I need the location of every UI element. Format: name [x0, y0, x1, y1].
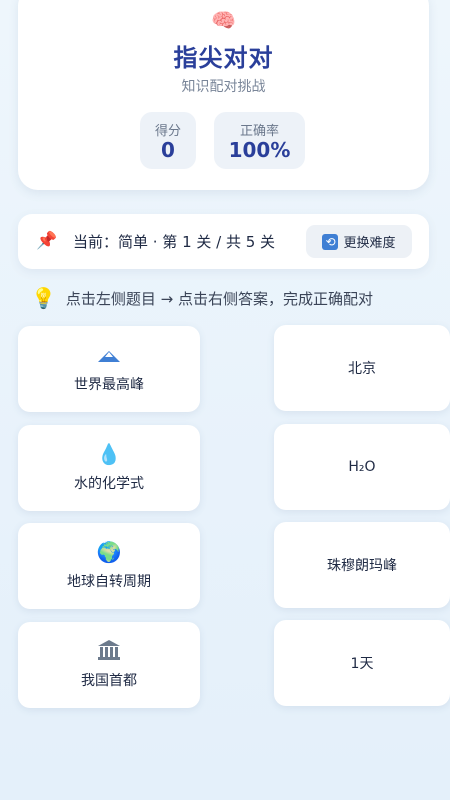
- question-tile-capital[interactable]: 我国首都: [18, 622, 200, 708]
- globe-icon: 🌍: [96, 540, 122, 564]
- answer-label: H₂O: [348, 459, 376, 475]
- question-tile-highest-peak[interactable]: 世界最高峰: [18, 326, 200, 412]
- answer-label: 北京: [348, 361, 376, 377]
- question-label: 世界最高峰: [74, 377, 144, 393]
- answer-tile-h2o[interactable]: H₂O: [274, 424, 450, 510]
- question-tile-rotation-period[interactable]: 🌍 地球自转周期: [18, 523, 200, 609]
- change-difficulty-button[interactable]: ⟲ 更换难度: [306, 225, 412, 258]
- accuracy-value: 100%: [228, 138, 291, 162]
- score-value: 0: [161, 138, 175, 162]
- level-bar: 📌 当前：简单 · 第 1 关 / 共 5 关 ⟲ 更换难度: [18, 214, 429, 269]
- hint-text: 点击左侧题目 → 点击右侧答案，完成正确配对: [65, 289, 374, 308]
- accuracy-stat: 正确率 100%: [214, 112, 305, 169]
- level-status: 当前：简单 · 第 1 关 / 共 5 关: [73, 233, 276, 251]
- change-difficulty-label: 更换难度: [343, 236, 396, 251]
- pin-icon: 📌: [36, 231, 58, 251]
- answer-label: 1天: [350, 656, 374, 672]
- answer-tile-one-day[interactable]: 1天: [274, 620, 450, 706]
- question-label: 地球自转周期: [67, 574, 151, 590]
- question-tile-water-formula[interactable]: 💧 水的化学式: [18, 425, 200, 511]
- lightbulb-icon: 💡: [31, 286, 56, 310]
- header-card: 🧠 指尖对对 知识配对挑战 得分 0 正确率 100%: [18, 0, 429, 190]
- brain-icon: 🧠: [211, 8, 236, 32]
- water-drop-icon: 💧: [96, 442, 122, 466]
- instruction-hint: 💡 点击左侧题目 → 点击右侧答案，完成正确配对: [31, 286, 373, 310]
- app-subtitle: 知识配对挑战: [181, 79, 266, 95]
- government-building-icon: [18, 640, 200, 664]
- mountain-icon: [18, 344, 200, 366]
- answer-tile-beijing[interactable]: 北京: [274, 325, 450, 411]
- question-label: 我国首都: [81, 673, 137, 689]
- score-label: 得分: [154, 124, 181, 139]
- answer-tile-everest[interactable]: 珠穆朗玛峰: [274, 522, 450, 608]
- refresh-icon: ⟲: [322, 233, 339, 250]
- score-stat: 得分 0: [140, 112, 196, 169]
- app-title: 指尖对对: [173, 44, 274, 72]
- question-label: 水的化学式: [74, 476, 144, 492]
- answer-label: 珠穆朗玛峰: [327, 558, 397, 574]
- accuracy-label: 正确率: [239, 124, 279, 139]
